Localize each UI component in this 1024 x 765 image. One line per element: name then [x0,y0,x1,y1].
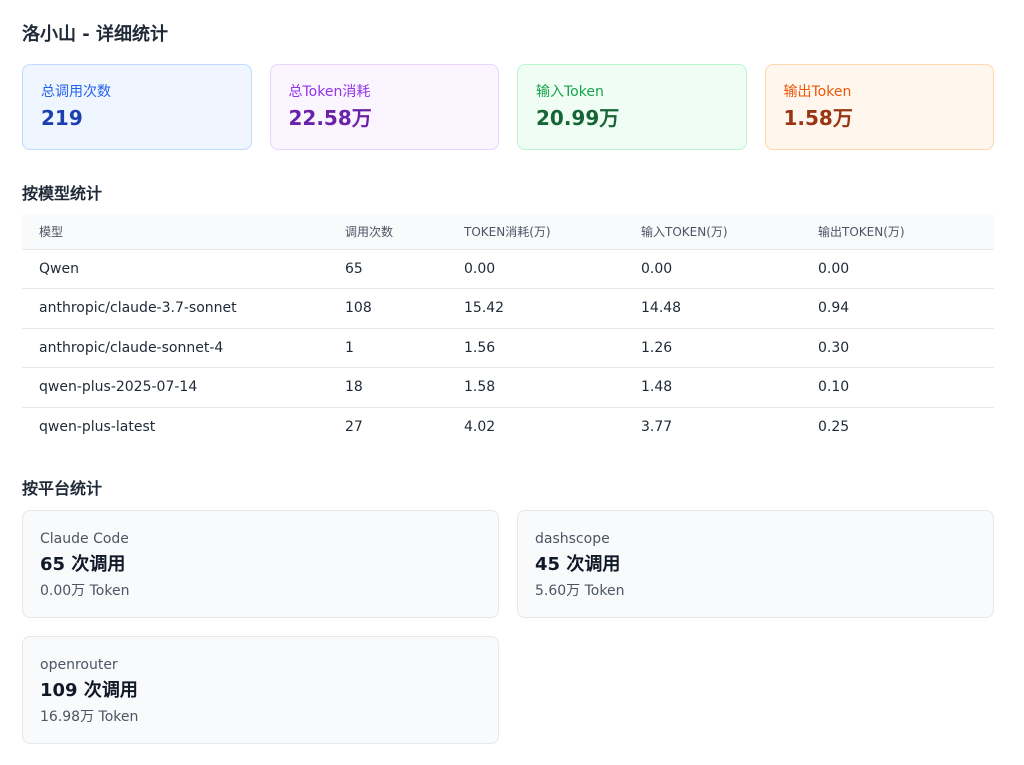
stat-value: 219 [41,106,83,130]
table-header-row: 模型 调用次数 TOKEN消耗(万) 输入TOKEN(万) 输出TOKEN(万) [22,214,994,250]
table-row: anthropic/claude-sonnet-4 1 1.56 1.26 0.… [22,328,994,368]
table-row: qwen-plus-2025-07-14 18 1.58 1.48 0.10 [22,367,994,408]
call-count: 108 [345,288,464,329]
summary-cards: 总调用次数 219 总Token消耗 22.58万 输入Token 20.99万… [22,64,994,150]
call-count: 18 [345,367,464,408]
platform-card-openrouter: openrouter 109 次调用 16.98万 Token [22,636,499,744]
call-count: 1 [345,328,464,368]
token-output: 0.00 [818,249,994,289]
call-count: 65 [345,249,464,289]
platform-calls: 109 次调用 [40,680,138,701]
stat-label: 输出Token [783,84,852,100]
stat-value: 20.99万 [536,106,620,130]
platform-cards: Claude Code 65 次调用 0.00万 Token dashscope… [22,510,994,744]
col-input-header: 输入TOKEN(万) [641,214,818,250]
stat-value: 22.58万 [288,106,372,130]
stat-label: 输入Token [536,84,604,100]
input-token-card: 输入Token 20.99万 [517,64,747,150]
col-calls-header: 调用次数 [345,214,464,250]
model-name: anthropic/claude-sonnet-4 [22,328,345,368]
platform-name: openrouter [40,657,118,673]
platform-calls: 65 次调用 [40,554,126,575]
model-name: qwen-plus-2025-07-14 [22,367,345,408]
platform-calls: 45 次调用 [535,554,621,575]
col-token-header: TOKEN消耗(万) [464,214,641,250]
token-input: 14.48 [641,288,818,329]
token-total: 1.58 [464,367,641,408]
page-title: 洛小山 - 详细统计 [22,24,169,45]
model-name: qwen-plus-latest [39,419,156,435]
platform-card-claude-code: Claude Code 65 次调用 0.00万 Token [22,510,499,618]
platform-tokens: 5.60万 Token [535,583,625,599]
token-output: 0.10 [818,367,994,408]
model-name: anthropic/claude-3.7-sonnet [22,288,345,329]
call-count: 27 [345,419,363,435]
platform-tokens: 16.98万 Token [40,709,139,725]
token-input: 1.26 [641,328,818,368]
table-row: qwen-plus-latest 27 4.02 3.77 0.25 [22,407,994,447]
token-output: 0.30 [818,328,994,368]
stat-label: 总Token消耗 [288,84,371,100]
platform-tokens: 0.00万 Token [40,583,130,599]
token-total: 4.02 [464,419,496,435]
model-name: Qwen [22,249,345,289]
token-input: 1.48 [641,367,818,408]
token-input: 0.00 [641,249,818,289]
col-output-header: 输出TOKEN(万) [818,214,994,250]
stat-label: 总调用次数 [41,84,111,100]
table-row: Qwen 65 0.00 0.00 0.00 [22,249,994,289]
token-total: 15.42 [464,288,641,329]
platform-card-dashscope: dashscope 45 次调用 5.60万 Token [517,510,994,618]
token-input: 3.77 [641,419,673,435]
by-platform-title: 按平台统计 [22,479,103,498]
total-token-card: 总Token消耗 22.58万 [269,64,499,150]
total-calls-card: 总调用次数 219 [22,64,252,150]
stat-value: 1.58万 [783,106,853,130]
col-model-header: 模型 [22,214,345,250]
platform-name: Claude Code [40,531,129,547]
token-output: 0.25 [818,419,850,435]
platform-name: dashscope [535,531,610,547]
token-total: 0.00 [464,249,641,289]
stats-page: 洛小山 - 详细统计 总调用次数 219 总Token消耗 22.58万 输入T… [0,0,1024,765]
token-total: 1.56 [464,328,641,368]
model-stats-table: 模型 调用次数 TOKEN消耗(万) 输入TOKEN(万) 输出TOKEN(万)… [22,214,994,447]
table-row: anthropic/claude-3.7-sonnet 108 15.42 14… [22,288,994,329]
token-output: 0.94 [818,288,994,329]
by-model-title: 按模型统计 [22,184,103,203]
output-token-card: 输出Token 1.58万 [764,64,994,150]
